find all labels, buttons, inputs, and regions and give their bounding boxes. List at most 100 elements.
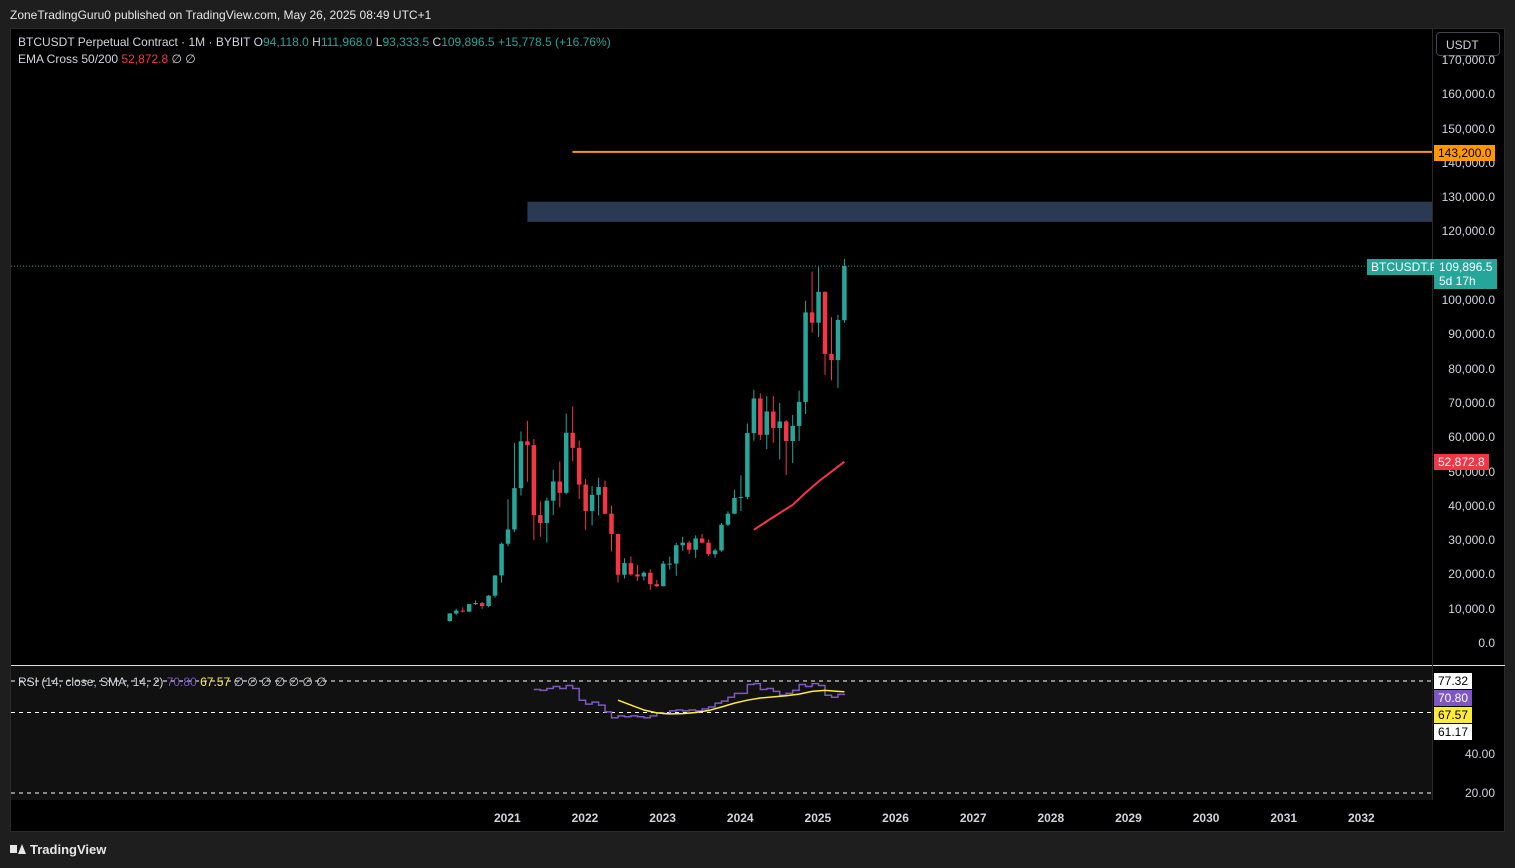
- candle-body: [628, 563, 634, 575]
- candle-body: [783, 421, 789, 442]
- candle-body: [570, 432, 575, 448]
- price-tick-label: 120,000.0: [1441, 224, 1495, 239]
- candle-body: [816, 291, 821, 323]
- candle-body: [738, 496, 744, 498]
- candle-body: [622, 563, 627, 575]
- bar-countdown: 5d 17h: [1439, 274, 1476, 288]
- price-tick-label: 30,000.0: [1448, 533, 1495, 548]
- candle-body: [654, 584, 660, 587]
- candle-body: [699, 538, 705, 543]
- candle-body: [835, 319, 841, 361]
- tradingview-logo-icon: [10, 844, 26, 854]
- price-tick-label: 40,000.0: [1448, 498, 1495, 513]
- price-chart[interactable]: [0, 0, 1515, 868]
- candle-body: [512, 488, 517, 530]
- ema-line: [753, 460, 846, 531]
- time-tick-label: 2026: [882, 811, 909, 825]
- candle-body: [447, 613, 453, 622]
- candle-body: [803, 312, 808, 402]
- candle-body: [479, 603, 485, 607]
- candle-body: [473, 603, 478, 605]
- candle-body: [486, 595, 491, 607]
- candle-body: [790, 425, 795, 442]
- time-tick-label: 2029: [1115, 811, 1142, 825]
- rsi-tick-label: 20.00: [1464, 786, 1495, 800]
- price-tick-label: 0.0: [1478, 636, 1495, 650]
- high-label: H: [312, 35, 321, 49]
- close-label: C: [432, 35, 442, 49]
- candle-body: [518, 441, 524, 489]
- candle-body: [777, 421, 782, 428]
- candle-body: [693, 538, 698, 550]
- tradingview-logo[interactable]: TradingView: [10, 842, 106, 857]
- candle-body: [576, 447, 582, 485]
- ema-price-badge: 52,872.8: [1434, 454, 1489, 470]
- candle-body: [551, 481, 556, 501]
- candle-body: [538, 515, 543, 523]
- close-value: 109,896.5: [441, 35, 495, 49]
- rsi-sma-value: 67.57: [200, 675, 231, 689]
- candle-body: [822, 291, 828, 354]
- ema-label: EMA Cross 50/200: [18, 52, 119, 66]
- low-value: 93,333.5: [382, 35, 430, 49]
- candle-body: [829, 353, 834, 361]
- candle-body: [686, 542, 692, 550]
- high-value: 111,968.0: [320, 35, 373, 49]
- brand-name: TradingView: [30, 842, 107, 857]
- price-tick-label: 130,000.0: [1441, 190, 1495, 205]
- price-tick-label: 20,000.0: [1448, 567, 1495, 582]
- rsi-label: RSI (14, close, SMA, 14, 2): [18, 675, 164, 689]
- symbol-legend: BTCUSDT Perpetual Contract · 1M · BYBIT …: [18, 35, 611, 49]
- rsi-tick-label: 40.00: [1464, 746, 1495, 761]
- candle-body: [680, 542, 685, 546]
- time-tick-label: 2032: [1348, 811, 1375, 825]
- price-tick-label: 10,000.0: [1448, 601, 1495, 616]
- rsi-legend: RSI (14, close, SMA, 14, 2) 70.80 67.57 …: [18, 675, 327, 689]
- rsi-value-badge: 70.80: [1434, 690, 1473, 706]
- time-tick-label: 2023: [649, 811, 676, 825]
- supply-zone: [527, 201, 1432, 222]
- price-tick-label: 100,000.0: [1441, 293, 1495, 308]
- ema-extra: ∅ ∅: [171, 52, 196, 66]
- candle-body: [492, 575, 498, 596]
- candle-body: [466, 604, 472, 612]
- rsi-value: 70.80: [166, 675, 197, 689]
- ema-legend: EMA Cross 50/200 52,872.8 ∅ ∅: [18, 52, 196, 66]
- candle-body: [615, 533, 621, 575]
- candle-body: [706, 542, 711, 555]
- candle-body: [589, 494, 595, 511]
- candle-body: [732, 497, 737, 514]
- candle-body: [544, 500, 550, 523]
- price-tick-label: 90,000.0: [1448, 327, 1495, 342]
- change-value: +15,778.5 (+16.76%): [497, 35, 611, 49]
- candle-body: [525, 441, 530, 446]
- candle-body: [667, 563, 672, 565]
- time-tick-label: 2028: [1037, 811, 1065, 825]
- rsi-lower-band-badge: 61.17: [1434, 724, 1473, 740]
- time-tick-label: 2030: [1192, 811, 1220, 825]
- price-tick-label: 150,000.0: [1441, 121, 1495, 136]
- candle-body: [809, 312, 815, 323]
- price-tick-label: 60,000.0: [1448, 430, 1495, 445]
- price-tick-label: 80,000.0: [1448, 361, 1495, 376]
- candle-body: [719, 524, 724, 551]
- candle-body: [563, 432, 569, 493]
- time-tick-label: 2022: [571, 811, 599, 825]
- candle-body: [796, 401, 802, 426]
- candle-body: [745, 433, 750, 497]
- time-tick-label: 2025: [804, 811, 832, 825]
- candle-body: [596, 486, 601, 495]
- candle-body: [505, 529, 511, 544]
- rsi-extra: ∅ ∅ ∅ ∅ ∅ ∅ ∅: [233, 675, 327, 689]
- candle-body: [635, 574, 640, 577]
- candle-body: [602, 486, 608, 514]
- candle-body: [842, 266, 847, 321]
- candle-body: [531, 445, 537, 516]
- price-tick-label: 170,000.0: [1441, 53, 1495, 67]
- candle-body: [751, 398, 757, 434]
- candle-body: [641, 572, 647, 577]
- time-tick-label: 2024: [726, 811, 754, 825]
- price-tick-label: 160,000.0: [1441, 87, 1495, 102]
- open-value: 94,118.0: [262, 35, 309, 49]
- last-price-value: 109,896.5: [1439, 260, 1493, 274]
